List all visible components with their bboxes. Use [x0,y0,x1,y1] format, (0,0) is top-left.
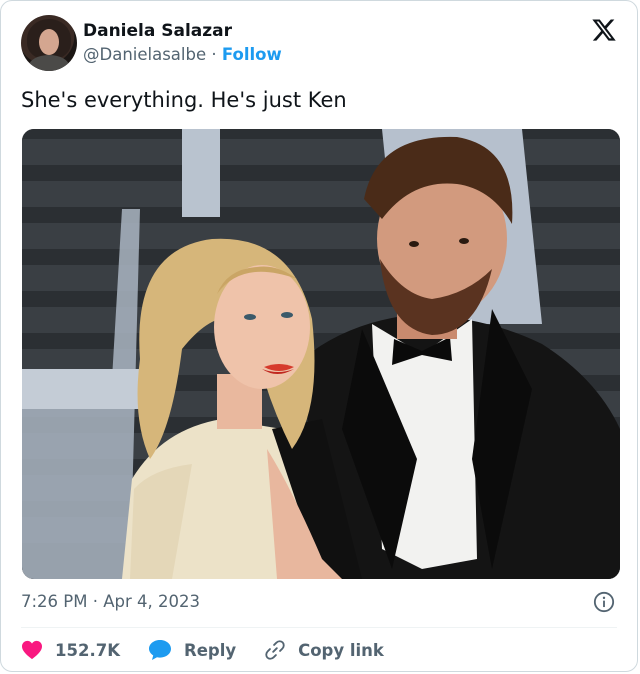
like-count: 152.7K [55,640,120,660]
heart-icon [22,640,42,660]
link-icon [265,640,285,660]
copy-link-button[interactable]: Copy link [264,639,384,661]
reply-label: Reply [183,640,237,660]
follow-button[interactable]: Follow [222,45,282,64]
author-name[interactable]: Daniela Salazar [83,21,232,41]
tweet-card: Daniela Salazar @Danielasalbe · Follow S… [0,0,638,672]
reply-button[interactable]: Reply [148,639,236,661]
tweet-text: She's everything. He's just Ken [21,88,347,112]
copy-link-label: Copy link [298,640,384,660]
author-handle-row: @Danielasalbe · Follow [83,45,282,64]
author-handle[interactable]: @Danielasalbe [83,45,206,64]
tweet-time: 7:26 PM [21,592,88,611]
x-logo-icon[interactable] [591,17,617,43]
handle-separator: · [211,45,217,64]
tweet-timestamp[interactable]: 7:26 PM · Apr 4, 2023 [21,592,200,611]
timestamp-separator: · [92,592,98,611]
like-button[interactable]: 152.7K [21,640,120,660]
avatar[interactable] [21,15,77,71]
photo-illustration [22,129,620,579]
info-icon[interactable] [593,591,615,613]
tweet-date: Apr 4, 2023 [103,592,201,611]
divider [21,627,617,628]
tweet-photo[interactable] [22,129,620,579]
reply-bubble-icon [148,640,171,660]
action-bar: 152.7K Reply Copy link [21,637,412,663]
